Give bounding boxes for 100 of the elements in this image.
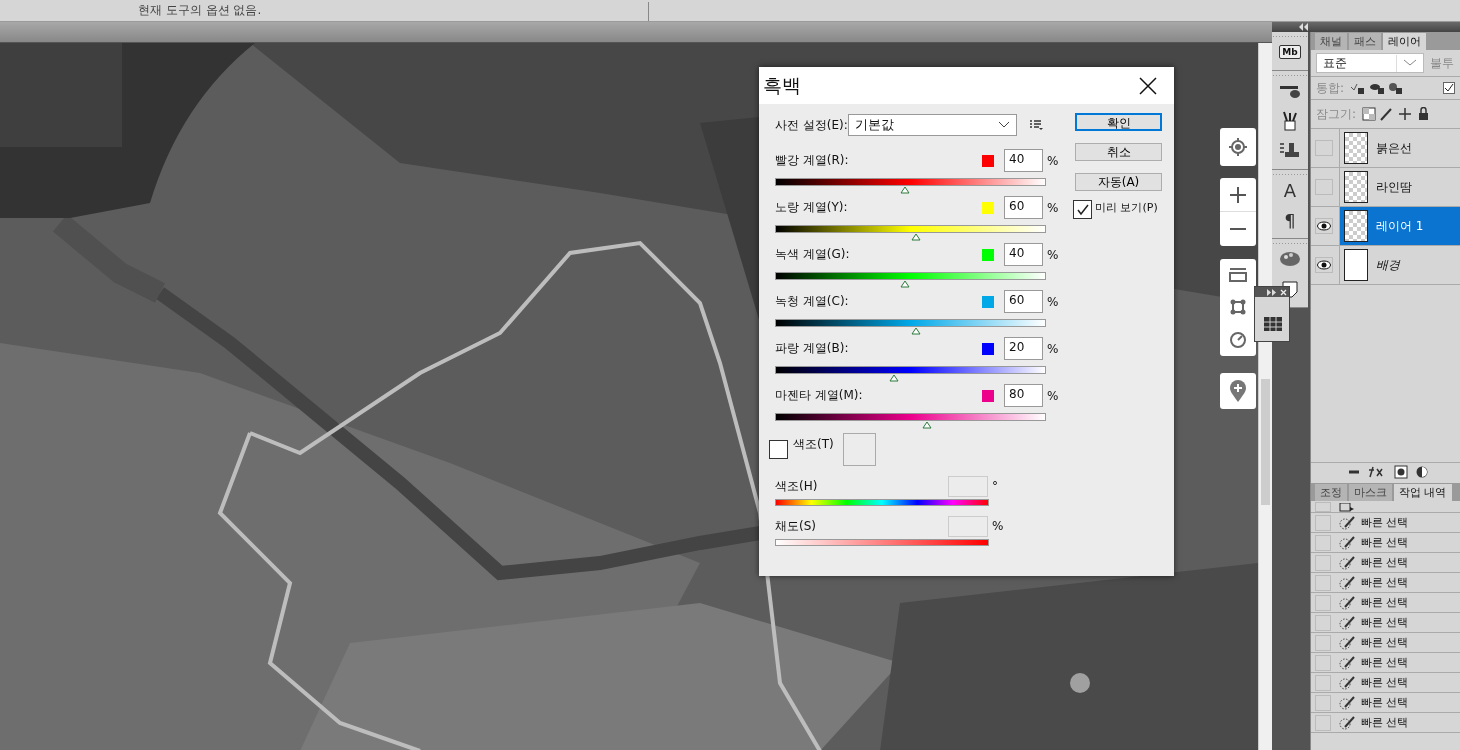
history-item[interactable]: 빠른 선택: [1311, 553, 1460, 573]
layer-row[interactable]: 붉은선: [1340, 129, 1460, 167]
channel-label: 녹청 계열(C):: [775, 293, 850, 310]
quick-select-icon: [1339, 515, 1355, 530]
chevron-down-icon: [1403, 59, 1417, 67]
percent-sign: %: [1047, 294, 1059, 309]
layer-name: 배경: [1376, 256, 1400, 274]
lock-label: 잠그기:: [1316, 105, 1357, 123]
locate-icon: [1228, 137, 1248, 157]
degree-sign: °: [992, 479, 998, 493]
history-item[interactable]: 빠른 선택: [1311, 593, 1460, 613]
quick-select-icon: [1339, 595, 1355, 610]
layer-row[interactable]: 배경: [1340, 246, 1460, 284]
history-item[interactable]: 빠른 선택: [1311, 653, 1460, 673]
visibility-toggle[interactable]: [1315, 140, 1333, 156]
panel-tab[interactable]: 패스: [1349, 33, 1381, 50]
scrollbar[interactable]: [1258, 43, 1272, 750]
nodes-icon: [1229, 298, 1247, 317]
quick-select-icon: [1339, 615, 1355, 630]
merge-label: 통합:: [1316, 79, 1345, 97]
history-item[interactable]: 빠른 선택: [1311, 613, 1460, 633]
panel-tab[interactable]: 레이어: [1383, 33, 1426, 50]
panel-tab[interactable]: 채널: [1315, 33, 1347, 50]
brushes-icon[interactable]: [1281, 111, 1299, 131]
percent-sign: %: [1047, 388, 1059, 403]
channel-label: 빨강 계열(R):: [775, 152, 850, 169]
history-item[interactable]: 빠른 선택: [1311, 513, 1460, 533]
layer-thumbnail: [1344, 132, 1368, 164]
percent-field[interactable]: 80: [1004, 384, 1043, 407]
gauge-icon: [1229, 330, 1247, 349]
history-item[interactable]: 빠른 선택: [1311, 533, 1460, 553]
dialog-title: 흑백: [763, 72, 801, 98]
merge-checkbox[interactable]: [1443, 82, 1455, 94]
preset-dropdown[interactable]: 기본값: [848, 114, 1017, 136]
tint-color-swatch[interactable]: [843, 433, 876, 466]
brush-icon[interactable]: [1279, 83, 1301, 99]
layer-thumbnail: [1344, 171, 1368, 203]
quick-select-icon: [1339, 695, 1355, 710]
history-item[interactable]: 빠른 선택: [1311, 693, 1460, 713]
panel-tab[interactable]: 마스크: [1349, 484, 1392, 501]
quick-select-icon: [1339, 715, 1355, 730]
history-step-icon: [1339, 503, 1355, 512]
percent-field[interactable]: 60: [1004, 196, 1043, 219]
preview-checkbox[interactable]: [1073, 200, 1092, 219]
tint-checkbox[interactable]: [769, 440, 788, 459]
percent-sign: %: [992, 519, 1004, 533]
add-marker-button[interactable]: [1220, 373, 1256, 409]
panel-tab[interactable]: 조정: [1315, 484, 1347, 501]
mini-bridge-icon[interactable]: Mb: [1279, 45, 1301, 59]
saturation-field[interactable]: [948, 515, 988, 537]
grid-icon[interactable]: [1264, 317, 1282, 331]
hue-label: 색조(H): [775, 477, 819, 495]
saturation-label: 채도(S): [775, 517, 817, 535]
history-item[interactable]: 빠른 선택: [1311, 673, 1460, 693]
layer-thumbnail: [1344, 249, 1368, 281]
opacity-label: 불투: [1430, 54, 1454, 72]
visibility-toggle[interactable]: [1315, 179, 1333, 195]
percent-field[interactable]: 20: [1004, 337, 1043, 360]
channel-label: 파랑 계열(B):: [775, 340, 850, 357]
percent-sign: %: [1047, 200, 1059, 215]
percent-field[interactable]: 60: [1004, 290, 1043, 313]
preset-label: 사전 설정(E):: [775, 116, 848, 134]
percent-sign: %: [1047, 341, 1059, 356]
quick-select-icon: [1339, 675, 1355, 690]
percent-sign: %: [1047, 153, 1059, 168]
close-icon[interactable]: [1280, 288, 1287, 296]
layer-name: 붉은선: [1376, 139, 1412, 157]
quick-select-icon: [1339, 555, 1355, 570]
blend-mode-dropdown[interactable]: 표준: [1316, 53, 1424, 73]
history-item[interactable]: 빠른 선택: [1311, 713, 1460, 733]
tool-glyph[interactable]: ¶: [1284, 209, 1296, 231]
chevron-down-icon: [998, 121, 1010, 129]
dialog-button[interactable]: 취소: [1075, 143, 1162, 161]
layer-row[interactable]: 라인땀: [1340, 168, 1460, 206]
dialog-button[interactable]: 자동(A): [1075, 173, 1162, 191]
channel-label: 마젠타 계열(M):: [775, 387, 864, 404]
minus-icon: [1229, 228, 1247, 230]
hue-field[interactable]: [948, 475, 988, 497]
history-item[interactable]: 빠른 선택: [1311, 633, 1460, 653]
percent-field[interactable]: 40: [1004, 243, 1043, 266]
layer-row[interactable]: 레이어 1: [1340, 207, 1460, 245]
palette-icon[interactable]: [1279, 250, 1301, 268]
history-item[interactable]: 빠른 선택: [1311, 573, 1460, 593]
locate-button[interactable]: [1220, 128, 1256, 166]
expand-icon[interactable]: [1267, 288, 1277, 296]
ruler-icon: [1229, 268, 1247, 283]
tint-label: 색조(T): [793, 436, 835, 453]
preset-menu-icon[interactable]: [1029, 119, 1043, 131]
percent-field[interactable]: 40: [1004, 149, 1043, 172]
channel-label: 녹색 계열(G):: [775, 246, 851, 263]
quick-select-icon: [1339, 575, 1355, 590]
panel-tab[interactable]: 작업 내역: [1394, 484, 1452, 501]
tool-glyph[interactable]: A: [1283, 179, 1297, 201]
preview-label: 미리 보기(P): [1095, 200, 1158, 215]
marker-plus-icon: [1228, 379, 1248, 403]
quick-select-icon: [1339, 535, 1355, 550]
layer-name: 라인땀: [1376, 178, 1412, 196]
quick-select-icon: [1339, 635, 1355, 650]
dialog-button[interactable]: 확인: [1075, 113, 1162, 131]
percent-sign: %: [1047, 247, 1059, 262]
